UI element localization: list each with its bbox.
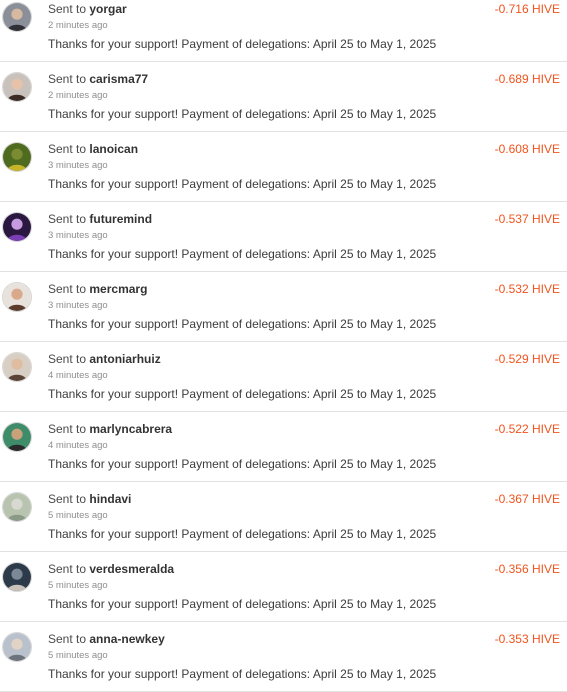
transaction-list: Sent to yorgar 2 minutes ago Thanks for … xyxy=(0,0,567,692)
transaction-amount: -0.608 HIVE xyxy=(494,142,560,156)
transaction-title: Sent to hindavi xyxy=(48,492,131,506)
recipient-username[interactable]: hindavi xyxy=(89,492,131,506)
transaction-memo: Thanks for your support! Payment of dele… xyxy=(48,247,437,261)
transaction-row: Sent to carisma77 2 minutes ago Thanks f… xyxy=(0,62,567,132)
transaction-row: Sent to futuremind 3 minutes ago Thanks … xyxy=(0,202,567,272)
transaction-time: 2 minutes ago xyxy=(48,20,108,31)
transaction-time: 4 minutes ago xyxy=(48,370,108,381)
transaction-title: Sent to verdesmeralda xyxy=(48,562,174,576)
recipient-username[interactable]: anna-newkey xyxy=(89,632,164,646)
transaction-amount: -0.356 HIVE xyxy=(494,562,560,576)
transaction-memo: Thanks for your support! Payment of dele… xyxy=(48,317,437,331)
transaction-time: 3 minutes ago xyxy=(48,300,108,311)
transaction-row: Sent to verdesmeralda 5 minutes ago Than… xyxy=(0,552,567,622)
sent-to-label: Sent to xyxy=(48,492,87,506)
sent-to-label: Sent to xyxy=(48,142,87,156)
sent-to-label: Sent to xyxy=(48,2,87,16)
transaction-memo: Thanks for your support! Payment of dele… xyxy=(48,527,437,541)
transaction-time: 5 minutes ago xyxy=(48,580,108,591)
user-avatar-icon[interactable] xyxy=(2,282,32,312)
sent-to-label: Sent to xyxy=(48,212,87,226)
transaction-memo: Thanks for your support! Payment of dele… xyxy=(48,37,437,51)
user-avatar-icon[interactable] xyxy=(2,422,32,452)
user-avatar-icon[interactable] xyxy=(2,632,32,662)
transaction-memo: Thanks for your support! Payment of dele… xyxy=(48,107,437,121)
transaction-memo: Thanks for your support! Payment of dele… xyxy=(48,667,437,681)
transaction-memo: Thanks for your support! Payment of dele… xyxy=(48,597,437,611)
transaction-title: Sent to antoniarhuiz xyxy=(48,352,161,366)
recipient-username[interactable]: lanoican xyxy=(89,142,138,156)
user-avatar-icon[interactable] xyxy=(2,352,32,382)
transaction-amount: -0.532 HIVE xyxy=(494,282,560,296)
transaction-amount: -0.529 HIVE xyxy=(494,352,560,366)
user-avatar-icon[interactable] xyxy=(2,492,32,522)
transaction-row: Sent to yorgar 2 minutes ago Thanks for … xyxy=(0,0,567,62)
sent-to-label: Sent to xyxy=(48,562,87,576)
recipient-username[interactable]: yorgar xyxy=(89,2,126,16)
transaction-title: Sent to yorgar xyxy=(48,2,127,16)
transaction-time: 3 minutes ago xyxy=(48,230,108,241)
transaction-amount: -0.367 HIVE xyxy=(494,492,560,506)
recipient-username[interactable]: carisma77 xyxy=(89,72,148,86)
user-avatar-icon[interactable] xyxy=(2,212,32,242)
recipient-username[interactable]: mercmarg xyxy=(89,282,147,296)
transaction-memo: Thanks for your support! Payment of dele… xyxy=(48,177,437,191)
sent-to-label: Sent to xyxy=(48,632,87,646)
sent-to-label: Sent to xyxy=(48,282,87,296)
transaction-amount: -0.537 HIVE xyxy=(494,212,560,226)
recipient-username[interactable]: futuremind xyxy=(89,212,152,226)
transaction-memo: Thanks for your support! Payment of dele… xyxy=(48,457,437,471)
recipient-username[interactable]: antoniarhuiz xyxy=(89,352,160,366)
transaction-amount: -0.353 HIVE xyxy=(494,632,560,646)
user-avatar-icon[interactable] xyxy=(2,72,32,102)
user-avatar-icon[interactable] xyxy=(2,142,32,172)
transaction-row: Sent to lanoican 3 minutes ago Thanks fo… xyxy=(0,132,567,202)
sent-to-label: Sent to xyxy=(48,352,87,366)
transaction-time: 4 minutes ago xyxy=(48,440,108,451)
transaction-row: Sent to marlyncabrera 4 minutes ago Than… xyxy=(0,412,567,482)
transaction-row: Sent to antoniarhuiz 4 minutes ago Thank… xyxy=(0,342,567,412)
transaction-title: Sent to lanoican xyxy=(48,142,138,156)
transaction-row: Sent to hindavi 5 minutes ago Thanks for… xyxy=(0,482,567,552)
sent-to-label: Sent to xyxy=(48,72,87,86)
transaction-time: 5 minutes ago xyxy=(48,650,108,661)
transaction-row: Sent to mercmarg 3 minutes ago Thanks fo… xyxy=(0,272,567,342)
transaction-title: Sent to anna-newkey xyxy=(48,632,165,646)
recipient-username[interactable]: verdesmeralda xyxy=(89,562,174,576)
user-avatar-icon[interactable] xyxy=(2,562,32,592)
transaction-memo: Thanks for your support! Payment of dele… xyxy=(48,387,437,401)
transaction-time: 5 minutes ago xyxy=(48,510,108,521)
sent-to-label: Sent to xyxy=(48,422,87,436)
transaction-title: Sent to mercmarg xyxy=(48,282,147,296)
user-avatar-icon[interactable] xyxy=(2,2,32,32)
transaction-time: 2 minutes ago xyxy=(48,90,108,101)
transaction-time: 3 minutes ago xyxy=(48,160,108,171)
transaction-title: Sent to futuremind xyxy=(48,212,152,226)
transaction-amount: -0.689 HIVE xyxy=(494,72,560,86)
recipient-username[interactable]: marlyncabrera xyxy=(89,422,172,436)
transaction-title: Sent to carisma77 xyxy=(48,72,148,86)
transaction-amount: -0.716 HIVE xyxy=(494,2,560,16)
transaction-title: Sent to marlyncabrera xyxy=(48,422,172,436)
transaction-amount: -0.522 HIVE xyxy=(494,422,560,436)
